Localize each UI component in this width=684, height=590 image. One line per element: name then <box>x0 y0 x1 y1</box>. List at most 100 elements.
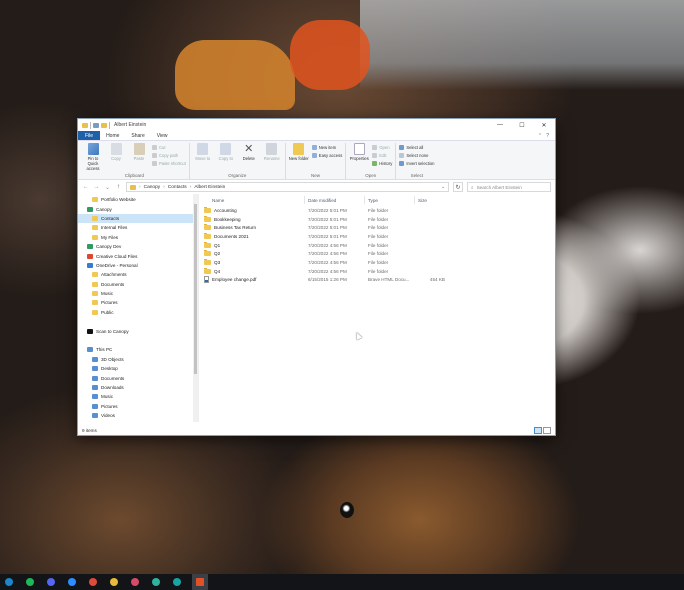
column-size[interactable]: Size <box>415 196 447 204</box>
nav-item[interactable]: Canopy Dev <box>78 242 198 251</box>
app-teal-icon[interactable] <box>150 576 162 588</box>
select-none-button[interactable]: Select none <box>399 152 434 159</box>
new-folder-icon[interactable] <box>101 122 107 128</box>
file-row[interactable]: Q4 7/20/2022 4:56 PM File folder <box>199 267 555 276</box>
up-arrow-icon[interactable]: ↑ <box>115 184 122 190</box>
blue-icon <box>92 403 98 409</box>
file-type: File folder <box>368 251 389 257</box>
nav-item[interactable]: Documents <box>78 280 198 289</box>
cut-button[interactable]: Cut <box>152 144 186 151</box>
forward-arrow-icon[interactable]: → <box>93 184 100 190</box>
copy-path-button[interactable]: Copy path <box>152 152 186 159</box>
slack-icon[interactable] <box>129 576 141 588</box>
nav-item[interactable]: This PC <box>78 345 198 354</box>
delete-button[interactable]: ✕ Delete <box>239 143 259 161</box>
copy-button[interactable]: Copy <box>106 143 126 161</box>
refresh-button[interactable]: ↻ <box>453 182 463 192</box>
chrome-icon[interactable] <box>108 576 120 588</box>
nav-item[interactable]: Internal Files <box>78 223 198 232</box>
details-view-icon[interactable] <box>534 426 542 434</box>
breadcrumb-contacts[interactable]: Contacts <box>168 185 187 190</box>
large-icons-view-icon[interactable] <box>543 426 551 434</box>
nav-item[interactable]: Portfolio Website <box>78 195 198 204</box>
file-type: File folder <box>368 233 389 239</box>
discord-icon[interactable] <box>45 576 57 588</box>
select-all-button[interactable]: Select all <box>399 144 434 151</box>
file-row[interactable]: Bookkeeping 7/20/2022 5:01 PM File folder <box>199 215 555 224</box>
nav-item[interactable]: Canopy <box>78 204 198 213</box>
nav-item[interactable]: Videos <box>78 411 198 420</box>
back-arrow-icon[interactable]: ← <box>82 184 89 190</box>
open-button[interactable]: Open <box>372 144 392 151</box>
steam-icon[interactable] <box>3 576 15 588</box>
column-type[interactable]: Type <box>365 196 415 204</box>
scrollbar-thumb[interactable] <box>194 204 197 374</box>
file-row[interactable]: Documents 2021 7/20/2022 5:01 PM File fold… <box>199 232 555 241</box>
maximize-button[interactable]: ☐ <box>511 119 533 131</box>
properties-button[interactable]: Properties <box>349 143 369 161</box>
nav-item[interactable]: Downloads <box>78 383 198 392</box>
copy-to-button[interactable]: Copy to <box>216 143 236 161</box>
file-row[interactable]: Q1 7/20/2022 4:56 PM File folder <box>199 241 555 250</box>
help-icon[interactable]: ? <box>546 133 549 139</box>
nav-item[interactable]: Pictures <box>78 402 198 411</box>
tab-view[interactable]: View <box>151 131 174 140</box>
close-button[interactable]: ✕ <box>533 119 555 131</box>
folder-icon <box>204 206 211 213</box>
nav-item[interactable]: 3D Objects <box>78 355 198 364</box>
rename-button[interactable]: Rename <box>262 143 282 161</box>
nav-item[interactable]: OneDrive - Personal <box>78 261 198 270</box>
html5-icon[interactable] <box>192 574 208 590</box>
nav-item[interactable]: Music <box>78 392 198 401</box>
tab-home[interactable]: Home <box>100 131 125 140</box>
easy-access-button[interactable]: Easy access <box>311 152 342 159</box>
tab-file[interactable]: File <box>78 131 101 140</box>
paste-button[interactable]: Paste <box>129 143 149 161</box>
properties-icon[interactable] <box>93 122 99 128</box>
nav-item[interactable]: Documents <box>78 373 198 382</box>
nav-item[interactable]: Pictures <box>78 298 198 307</box>
pin-quick-access-button[interactable]: Pin to Quick access <box>83 143 103 171</box>
file-type: File folder <box>368 242 389 248</box>
new-item-button[interactable]: New item <box>311 144 343 151</box>
edit-button[interactable]: Edit <box>372 152 392 159</box>
nav-scrollbar[interactable] <box>193 194 198 422</box>
paste-shortcut-button[interactable]: Paste shortcut <box>152 160 186 167</box>
webstorm-icon[interactable] <box>171 576 183 588</box>
nav-item[interactable]: Creative Cloud Files <box>78 251 198 260</box>
nav-item[interactable]: Public <box>78 308 198 317</box>
history-button[interactable]: History <box>372 160 392 167</box>
zoom-icon[interactable] <box>66 576 78 588</box>
nav-item[interactable]: Desktop <box>78 364 198 373</box>
breadcrumb-canopy[interactable]: Canopy <box>144 185 161 190</box>
column-date-modified[interactable]: Date modified <box>305 196 365 204</box>
nav-item-label: Contacts <box>101 215 120 221</box>
file-row[interactable]: Q2 7/20/2022 4:56 PM File folder <box>199 249 555 258</box>
copy-path-icon <box>152 153 157 158</box>
search-input[interactable]: ⌕ Search Albert Einstein <box>467 182 551 192</box>
collapse-ribbon-icon[interactable]: ⌃ <box>538 133 542 139</box>
file-row[interactable]: Business Tax Return 7/20/2022 5:01 PM File… <box>199 223 555 232</box>
nav-item[interactable]: Attachments <box>78 270 198 279</box>
tab-share[interactable]: Share <box>125 131 150 140</box>
file-row[interactable]: Accounting 7/20/2022 5:01 PM File folder <box>199 206 555 215</box>
column-name[interactable]: Name <box>199 196 305 204</box>
file-row[interactable]: Employee change.pdf 6/15/2015 1:26 PM Brav… <box>199 276 555 285</box>
recent-locations-icon[interactable]: ⌄ <box>104 184 111 191</box>
app-red-icon[interactable] <box>87 576 99 588</box>
nav-item[interactable]: My Files <box>78 233 198 242</box>
breadcrumb-albert-einstein[interactable]: Albert Einstein <box>194 185 225 190</box>
chevron-down-icon[interactable]: ⌄ <box>441 185 445 190</box>
move-to-button[interactable]: Move to <box>193 143 213 161</box>
nav-item[interactable]: Contacts <box>78 213 198 224</box>
file-row[interactable]: Q3 7/20/2022 4:56 PM File folder <box>199 258 555 267</box>
spotify-icon[interactable] <box>24 576 36 588</box>
invert-selection-button[interactable]: Invert selection <box>399 160 435 167</box>
minimize-button[interactable]: — <box>489 119 511 131</box>
nav-item[interactable]: Scan to Canopy <box>78 326 198 335</box>
address-bar[interactable]: › Canopy › Contacts › Albert Einstein ⌄ <box>126 182 449 192</box>
new-folder-button[interactable]: New folder <box>289 143 309 161</box>
window-title: Albert Einstein <box>114 122 147 128</box>
nav-item[interactable]: Music <box>78 289 198 298</box>
